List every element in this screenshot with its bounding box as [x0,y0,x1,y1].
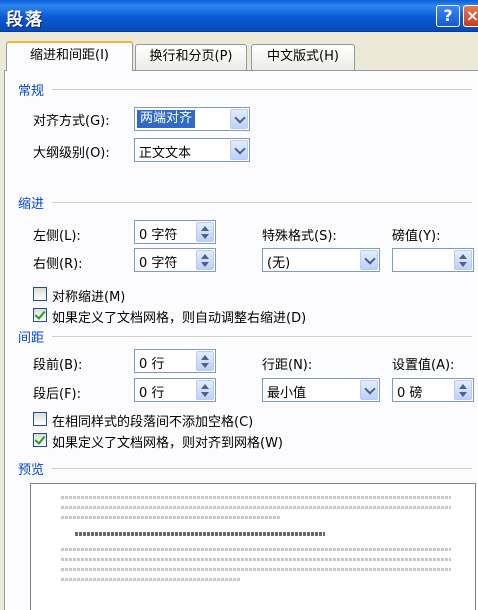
preview-line [61,578,241,581]
chevron-down-icon[interactable] [360,380,378,400]
spinner-arrows-icon[interactable] [196,250,214,270]
left-indent-spinner[interactable]: 0 字符 [134,220,216,244]
snap-to-grid-label[interactable]: 如果定义了文档网格，则对齐到网格(W) [52,432,283,451]
no-space-same-style-label[interactable]: 在相同样式的段落间不添加空格(C) [52,411,253,430]
spinner-arrows-icon[interactable] [454,250,472,270]
preview-heading: 预览 [18,463,45,478]
mirror-indents-label[interactable]: 对称缩进(M) [52,286,125,305]
mirror-indents-checkbox[interactable] [33,287,47,301]
preview-line [61,516,281,519]
space-after-label: 段后(F): [33,387,82,402]
general-divider [52,89,472,90]
spinner-arrows-icon[interactable] [196,351,214,371]
chevron-down-icon[interactable] [230,109,248,129]
alignment-select[interactable]: 两端对齐 [134,107,250,131]
space-after-spinner[interactable]: 0 行 [134,378,216,402]
indent-divider [52,202,472,203]
special-indent-label: 特殊格式(S): [262,229,337,244]
left-indent-value: 0 字符 [139,228,178,243]
line-spacing-select[interactable]: 最小值 [262,378,380,402]
line-spacing-label: 行距(N): [262,358,313,373]
right-indent-label: 右侧(R): [33,257,83,272]
spacing-at-spinner[interactable]: 0 磅 [392,378,474,402]
line-spacing-value: 最小值 [267,386,307,401]
space-before-spinner[interactable]: 0 行 [134,349,216,373]
chevron-down-icon[interactable] [360,250,378,270]
special-indent-select[interactable]: (无) [262,248,380,272]
help-button[interactable]: ? [436,5,460,27]
spacing-at-label: 设置值(A): [392,358,455,373]
spacing-divider [52,336,472,337]
alignment-value: 两端对齐 [137,110,196,128]
preview-line [61,506,451,509]
spinner-arrows-icon[interactable] [454,380,472,400]
preview-pane [30,483,476,610]
outline-level-select[interactable]: 正文文本 [134,138,250,162]
grid-auto-indent-label[interactable]: 如果定义了文档网格，则自动调整右缩进(D) [52,307,306,326]
outline-level-value: 正文文本 [139,146,192,161]
outline-level-label: 大纲级别(O): [33,146,110,161]
general-heading: 常规 [18,84,45,99]
special-indent-value: (无) [267,256,291,271]
right-indent-value: 0 字符 [139,256,178,271]
space-before-value: 0 行 [139,357,165,372]
spacing-heading: 间距 [18,331,45,346]
no-space-same-style-checkbox[interactable] [33,412,47,426]
preview-line [75,532,325,536]
alignment-label: 对齐方式(G): [33,114,110,129]
tab-indents-and-spacing[interactable]: 缩进和间距(I) [6,41,133,71]
left-indent-label: 左侧(L): [33,229,81,244]
dialog-title: 段落 [6,10,44,30]
by-label: 磅值(Y): [392,229,441,244]
title-bar: 段落 ? × [0,0,478,32]
by-spinner[interactable] [392,248,474,272]
preview-line [61,558,451,561]
grid-auto-indent-checkbox[interactable] [33,308,47,322]
tab-asian-typography[interactable]: 中文版式(H) [251,44,355,70]
preview-line [61,496,451,499]
space-before-label: 段前(B): [33,358,83,373]
chevron-down-icon[interactable] [230,140,248,160]
preview-line [61,568,451,571]
space-after-value: 0 行 [139,386,165,401]
right-indent-spinner[interactable]: 0 字符 [134,248,216,272]
preview-line [61,548,451,551]
close-button[interactable]: × [463,5,478,27]
spinner-arrows-icon[interactable] [196,222,214,242]
spacing-at-value: 0 磅 [397,386,423,401]
indent-heading: 缩进 [18,197,45,212]
tab-line-and-page-breaks[interactable]: 换行和分页(P) [135,44,247,70]
spinner-arrows-icon[interactable] [196,380,214,400]
snap-to-grid-checkbox[interactable] [33,433,47,447]
preview-divider [52,468,472,469]
